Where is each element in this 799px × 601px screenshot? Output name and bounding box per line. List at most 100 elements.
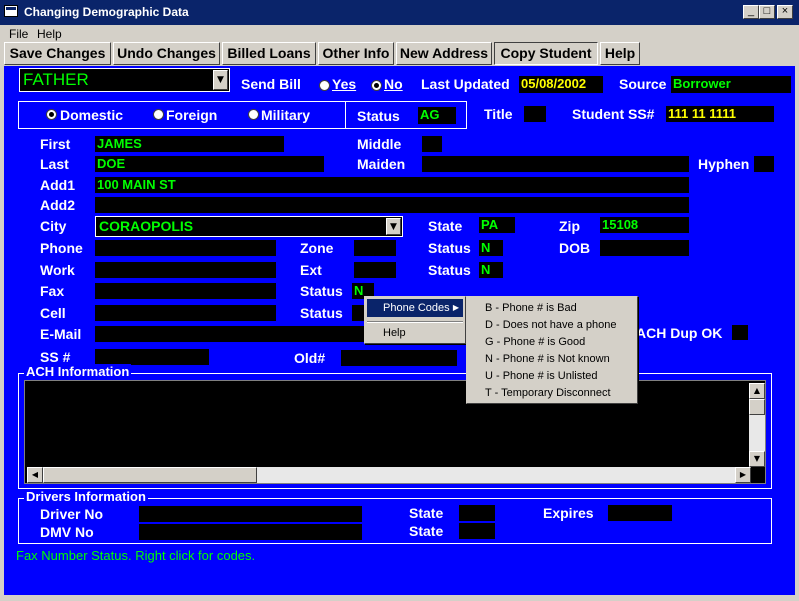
cell-status-label: Status	[300, 305, 343, 321]
drivers-information-title: Drivers Information	[24, 489, 148, 504]
work-field[interactable]	[95, 262, 276, 278]
context-menu-help[interactable]: Help	[367, 324, 463, 342]
phone-code-temp-disconnect[interactable]: T - Temporary Disconnect	[469, 384, 635, 402]
send-bill-no-radio[interactable]	[371, 80, 382, 91]
new-address-button[interactable]: New Address	[396, 42, 492, 65]
source-field[interactable]: Borrower	[671, 76, 791, 93]
last-name-field[interactable]: DOE	[95, 156, 324, 172]
send-bill-label: Send Bill	[241, 76, 301, 92]
domestic-radio[interactable]	[46, 109, 57, 120]
middle-label: Middle	[357, 136, 402, 152]
expires-field[interactable]	[608, 505, 672, 521]
city-label: City	[40, 218, 67, 234]
send-bill-no-label: No	[384, 76, 403, 92]
scroll-left-icon[interactable]: ◀	[27, 467, 43, 483]
city-value: CORAOPOLIS	[99, 218, 194, 234]
vertical-scroll-thumb[interactable]	[749, 399, 765, 415]
fax-field[interactable]	[95, 283, 276, 299]
dmv-no-field[interactable]	[139, 524, 362, 540]
city-dropdown[interactable]: CORAOPOLIS ▼	[95, 216, 403, 237]
phone-status-label: Status	[428, 240, 471, 256]
foreign-label: Foreign	[166, 107, 218, 123]
send-bill-yes-radio[interactable]	[319, 80, 330, 91]
phone-code-unlisted[interactable]: U - Phone # is Unlisted	[469, 367, 635, 385]
phone-status-field[interactable]: N	[479, 240, 503, 256]
hyphen-label: Hyphen	[698, 156, 750, 172]
close-button[interactable]: ×	[777, 5, 793, 19]
scroll-right-icon[interactable]: ▶	[735, 467, 751, 483]
work-label: Work	[40, 262, 75, 278]
driver-state-field[interactable]	[459, 505, 495, 521]
dob-label: DOB	[559, 240, 591, 256]
title-field[interactable]	[524, 106, 546, 122]
dmv-state-field[interactable]	[459, 523, 495, 539]
ach-text-area[interactable]: ▲ ▼ ◀ ▶	[24, 380, 766, 484]
undo-changes-button[interactable]: Undo Changes	[113, 42, 220, 65]
horizontal-scroll-thumb[interactable]	[43, 467, 257, 483]
menu-help[interactable]: Help	[37, 27, 62, 41]
phone-code-good[interactable]: G - Phone # is Good	[469, 333, 635, 351]
phone-codes-submenu: B - Phone # is Bad D - Does not have a p…	[466, 296, 638, 404]
save-changes-button[interactable]: Save Changes	[4, 42, 111, 65]
window-icon	[4, 5, 18, 17]
context-menu-phone-codes[interactable]: Phone Codes ▶	[367, 299, 463, 317]
title-bar: Changing Demographic Data _ □ ×	[0, 0, 799, 25]
phone-code-bad[interactable]: B - Phone # is Bad	[469, 299, 635, 317]
ss-label: SS #	[40, 349, 71, 365]
horizontal-scrollbar[interactable]: ◀ ▶	[27, 467, 751, 483]
ext-field[interactable]	[354, 262, 396, 278]
address2-field[interactable]	[95, 197, 689, 213]
copy-student-button[interactable]: Copy Student	[494, 42, 598, 65]
window-title: Changing Demographic Data	[24, 5, 189, 19]
maiden-field[interactable]	[422, 156, 689, 172]
last-updated-field[interactable]: 05/08/2002	[519, 76, 603, 93]
foreign-radio[interactable]	[153, 109, 164, 120]
first-label: First	[40, 136, 71, 152]
address-status-field[interactable]: AG	[418, 107, 456, 124]
other-info-button[interactable]: Other Info	[318, 42, 394, 65]
military-radio[interactable]	[248, 109, 259, 120]
chevron-down-icon[interactable]: ▼	[213, 70, 228, 90]
address-status-label: Status	[357, 108, 400, 124]
phone-field[interactable]	[95, 240, 276, 256]
maximize-button[interactable]: □	[759, 5, 775, 19]
middle-field[interactable]	[422, 136, 442, 152]
ss-field[interactable]	[95, 349, 209, 365]
menu-file[interactable]: File	[9, 27, 28, 41]
relation-dropdown[interactable]: FATHER ▼	[19, 68, 230, 92]
chevron-down-icon[interactable]: ▼	[386, 218, 401, 235]
first-name-field[interactable]: JAMES	[95, 136, 284, 152]
relation-value: FATHER	[23, 70, 89, 89]
scroll-down-icon[interactable]: ▼	[749, 451, 765, 467]
help-button[interactable]: Help	[600, 42, 640, 65]
address1-field[interactable]: 100 MAIN ST	[95, 177, 689, 193]
vertical-scrollbar[interactable]: ▲ ▼	[749, 383, 765, 467]
driver-no-field[interactable]	[139, 506, 362, 522]
phone-code-no-phone[interactable]: D - Does not have a phone	[469, 316, 635, 334]
minimize-button[interactable]: _	[743, 5, 759, 19]
state-field[interactable]: PA	[479, 217, 515, 233]
last-label: Last	[40, 156, 69, 172]
work-status-field[interactable]: N	[479, 262, 503, 278]
hyphen-field[interactable]	[754, 156, 774, 172]
scroll-up-icon[interactable]: ▲	[749, 383, 765, 399]
student-ss-label: Student SS#	[572, 106, 655, 122]
fax-status-label: Status	[300, 283, 343, 299]
phone-code-not-known[interactable]: N - Phone # is Not known	[469, 350, 635, 368]
zip-field[interactable]: 15108	[600, 217, 689, 233]
email-field[interactable]	[95, 326, 367, 342]
old-field[interactable]	[341, 350, 457, 366]
phone-codes-label: Phone Codes	[383, 302, 450, 314]
ach-dup-checkbox[interactable]	[732, 325, 748, 340]
zone-field[interactable]	[354, 240, 396, 256]
cell-field[interactable]	[95, 305, 276, 321]
email-label: E-Mail	[40, 326, 82, 342]
dob-field[interactable]	[600, 240, 689, 256]
submenu-arrow-icon: ▶	[452, 303, 459, 312]
dmv-state-label: State	[409, 523, 444, 539]
billed-loans-button[interactable]: Billed Loans	[222, 42, 316, 65]
send-bill-yes-label: Yes	[332, 76, 357, 92]
old-label: Old#	[294, 350, 326, 366]
student-ss-field[interactable]: 111 11 1111	[666, 106, 774, 122]
source-label: Source	[619, 76, 667, 92]
